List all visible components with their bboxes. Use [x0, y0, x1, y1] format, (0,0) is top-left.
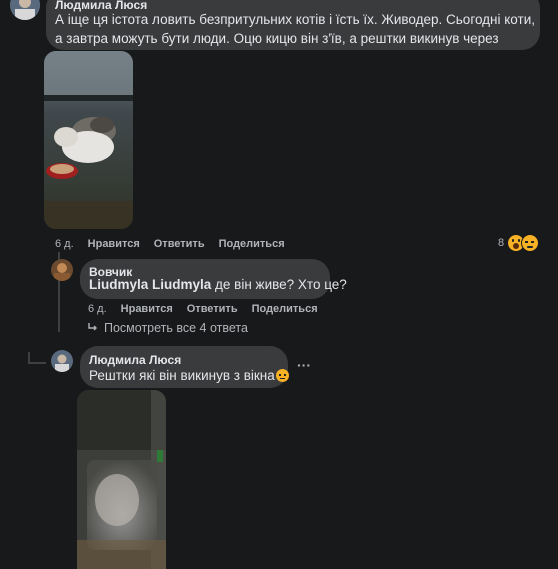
view-replies-link[interactable]: Посмотреть все 4 ответа: [88, 321, 248, 335]
reactions-count: 8: [498, 237, 505, 249]
more-options-button[interactable]: ···: [297, 357, 311, 373]
reply-photo[interactable]: [77, 390, 166, 569]
reply-button[interactable]: Ответить: [154, 238, 205, 250]
reply-button[interactable]: Ответить: [187, 303, 238, 315]
thread-line-branch-3: [28, 362, 46, 364]
share-button[interactable]: Поделиться: [219, 238, 285, 250]
reply-time[interactable]: 6 д.: [88, 303, 107, 315]
reply-body: де він живе? Хто це?: [211, 277, 347, 292]
reactions-summary[interactable]: 8: [498, 234, 540, 252]
like-button[interactable]: Нравится: [88, 238, 140, 250]
reply-text: Liudmyla Liudmyla де він живе? Хто це?: [89, 275, 347, 294]
reply-body: Рештки які він викинув з вікна: [89, 368, 275, 383]
thread-line-branch-2: [28, 352, 30, 362]
comment-time[interactable]: 6 д.: [55, 238, 74, 250]
like-button[interactable]: Нравится: [121, 303, 173, 315]
reply-text: Рештки які він викинув з вікна: [89, 366, 289, 385]
avatar[interactable]: [51, 259, 73, 281]
mention-link[interactable]: Liudmyla Liudmyla: [89, 277, 211, 292]
comment-actions: 6 д. Нравится Ответить Поделиться: [55, 238, 299, 250]
share-button[interactable]: Поделиться: [252, 303, 318, 315]
reply-author[interactable]: Людмила Люся: [89, 353, 181, 367]
comment-photo-cat[interactable]: [44, 51, 133, 229]
avatar[interactable]: [10, 0, 40, 20]
disappointed-emoji-icon: [275, 369, 289, 382]
reply-arrow-icon: [88, 321, 98, 331]
sad-reaction-icon: [521, 234, 540, 252]
reply-actions: 6 д. Нравится Ответить Поделиться: [88, 303, 332, 315]
view-replies-label: Посмотреть все 4 ответа: [104, 321, 248, 335]
avatar[interactable]: [51, 350, 73, 372]
